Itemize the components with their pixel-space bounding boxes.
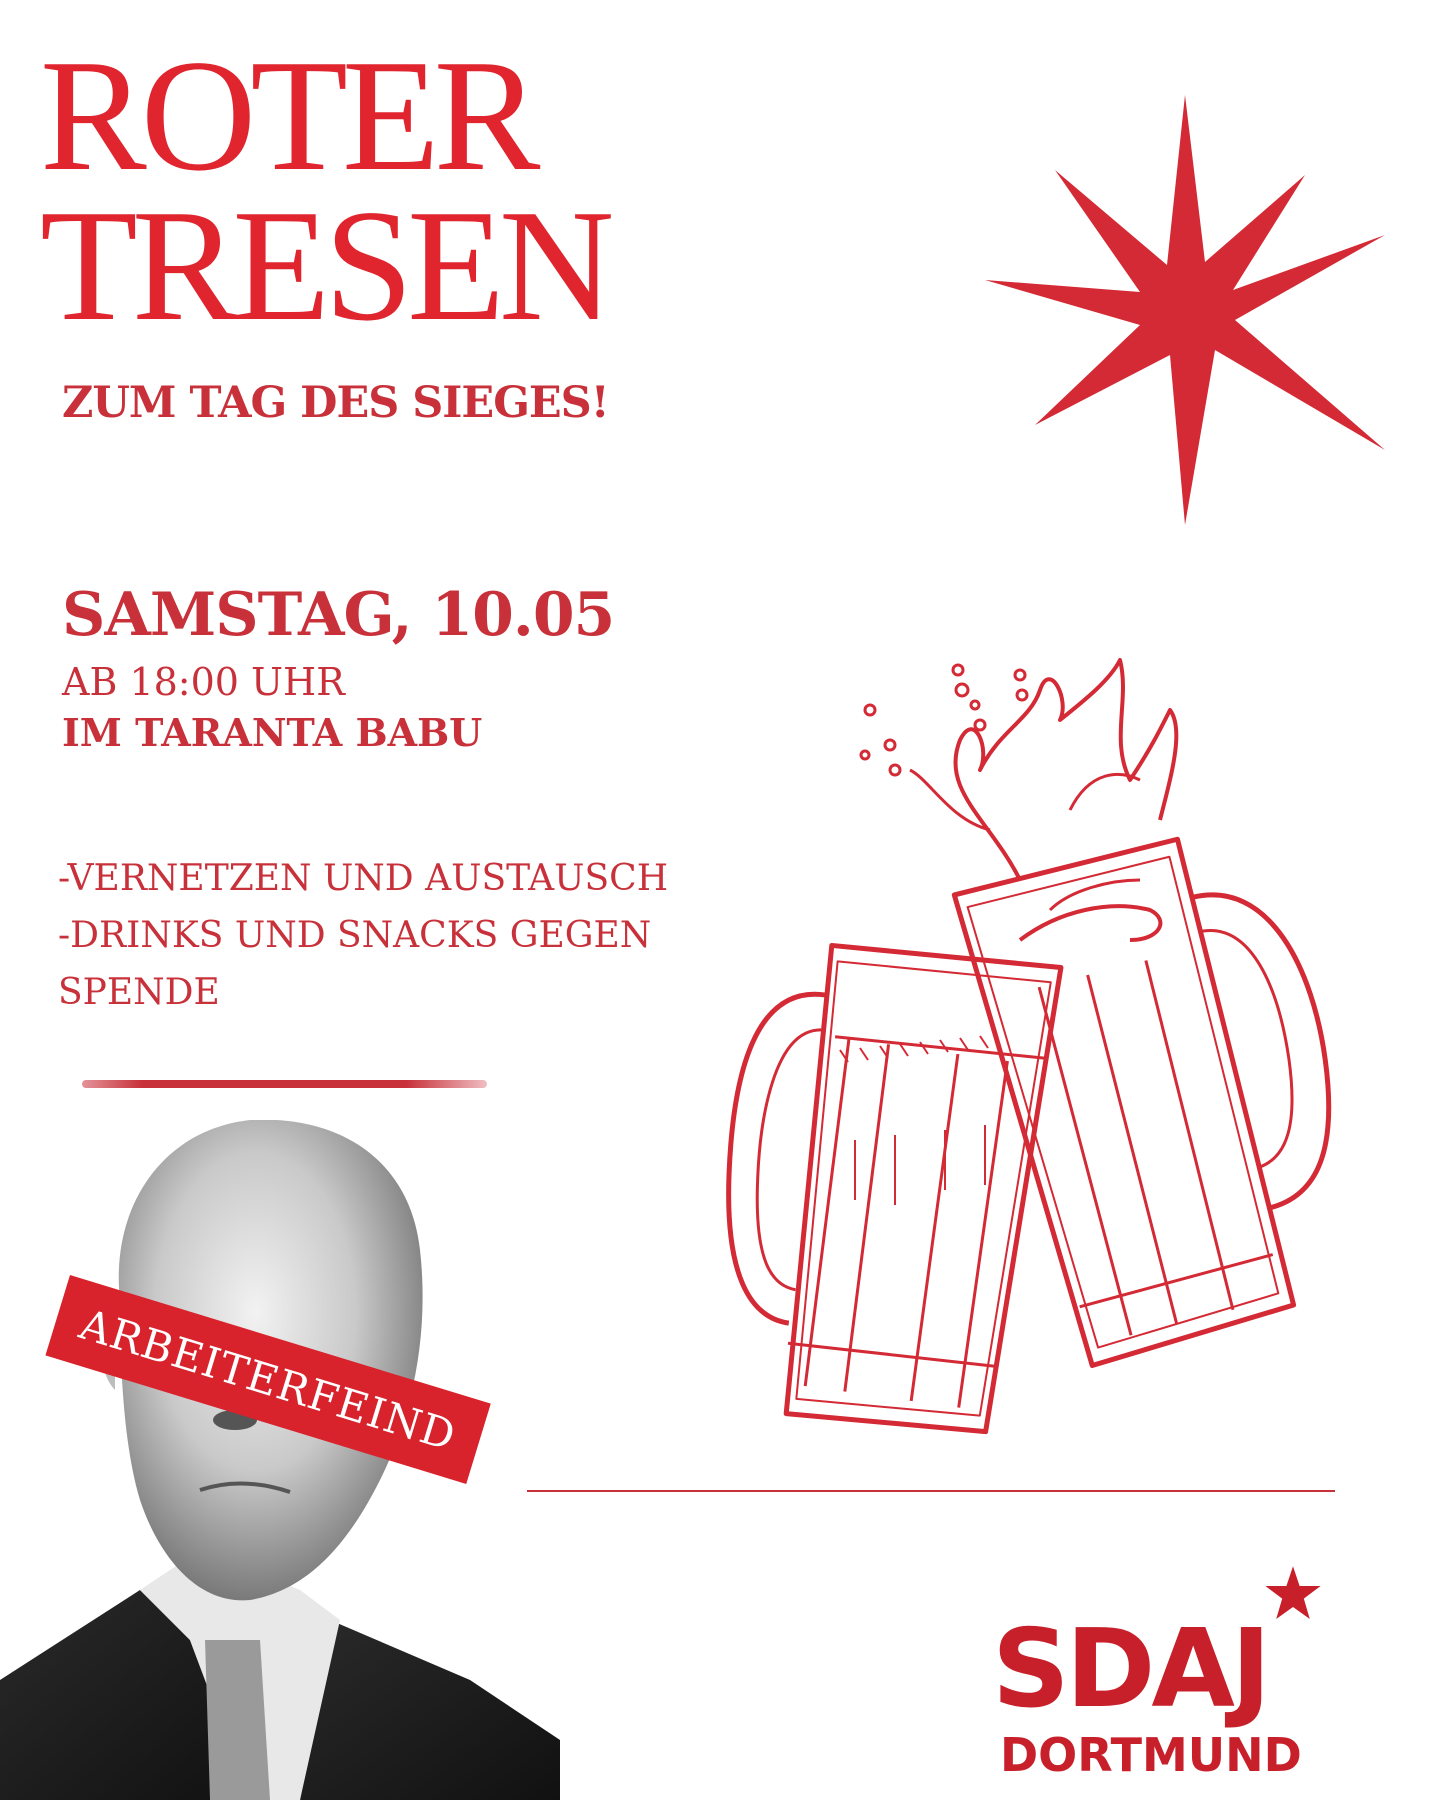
logo-name: SDAJ bbox=[992, 1607, 1271, 1732]
list-item: -DRINKS UND SNACKS GEGEN bbox=[58, 915, 652, 956]
logo-city: DORTMUND bbox=[1000, 1728, 1302, 1782]
list-item: -VERNETZEN UND AUSTAUSCH bbox=[58, 858, 669, 899]
brush-divider bbox=[82, 1080, 487, 1088]
title-line-1: ROTER bbox=[40, 26, 540, 204]
beer-mugs-illustration bbox=[726, 658, 1332, 1435]
event-time: AB 18:00 UHR bbox=[62, 660, 345, 704]
poster-subtitle: ZUM TAG DES SIEGES! bbox=[62, 378, 610, 428]
horizontal-divider bbox=[527, 1490, 1335, 1492]
feature-list: -VERNETZEN UND AUSTAUSCH -DRINKS UND SNA… bbox=[58, 850, 698, 1021]
eight-point-star-icon bbox=[985, 95, 1385, 525]
event-date: SAMSTAG, 10.05 bbox=[62, 580, 615, 650]
title-line-2: TRESEN bbox=[40, 176, 614, 354]
list-item: SPENDE bbox=[58, 972, 220, 1013]
poster-title: ROTER TRESEN bbox=[40, 26, 820, 354]
portrait-photo bbox=[0, 1120, 560, 1800]
logo-star-icon bbox=[1265, 1566, 1321, 1619]
event-place: IM TARANTA BABU bbox=[62, 710, 483, 755]
